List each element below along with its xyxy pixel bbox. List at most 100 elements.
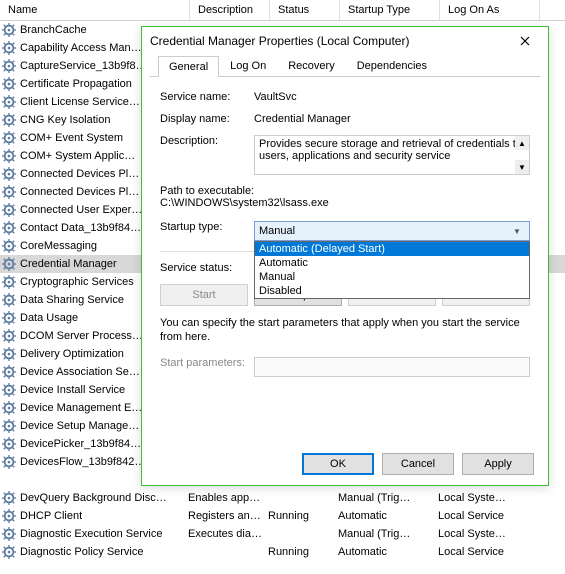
col-desc[interactable]: Description: [190, 0, 270, 20]
gear-icon: [2, 23, 16, 37]
description-label: Description:: [160, 135, 254, 147]
start-params-note: You can specify the start parameters tha…: [160, 316, 530, 345]
gear-icon: [2, 257, 16, 271]
list-header: Name Description Status Startup Type Log…: [0, 0, 565, 21]
service-name-label: Service name:: [160, 91, 254, 103]
start-params-input[interactable]: [254, 357, 530, 377]
gear-icon: [2, 545, 16, 559]
service-name: Cryptographic Services: [20, 276, 134, 288]
col-status[interactable]: Status: [270, 0, 340, 20]
gear-icon: [2, 311, 16, 325]
service-name: Certificate Propagation: [20, 78, 132, 90]
gear-icon: [2, 77, 16, 91]
gear-icon: [2, 113, 16, 127]
service-name: DevicesFlow_13b9f842…: [20, 456, 145, 468]
gear-icon: [2, 491, 16, 505]
gear-icon: [2, 401, 16, 415]
service-name: Delivery Optimization: [20, 348, 124, 360]
service-name: Device Install Service: [20, 384, 125, 396]
startup-type-label: Startup type:: [160, 221, 254, 233]
gear-icon: [2, 149, 16, 163]
service-name: Connected User Exper…: [20, 204, 142, 216]
service-name: Device Management E…: [20, 402, 142, 414]
gear-icon: [2, 221, 16, 235]
start-params-label: Start parameters:: [160, 357, 254, 369]
gear-icon: [2, 383, 16, 397]
service-name: CaptureService_13b9f8…: [20, 60, 147, 72]
option-automatic[interactable]: Automatic: [255, 256, 529, 270]
service-name-value: VaultSvc: [254, 91, 530, 103]
gear-icon: [2, 95, 16, 109]
gear-icon: [2, 167, 16, 181]
service-name: DHCP Client: [20, 510, 82, 522]
start-button: Start: [160, 284, 248, 306]
service-name: CoreMessaging: [20, 240, 97, 252]
option-manual[interactable]: Manual: [255, 270, 529, 284]
gear-icon: [2, 293, 16, 307]
gear-icon: [2, 203, 16, 217]
service-name: Data Sharing Service: [20, 294, 124, 306]
tabstrip: General Log On Recovery Dependencies: [150, 55, 540, 77]
startup-type-combo[interactable]: Manual ▼ Automatic (Delayed Start) Autom…: [254, 221, 530, 241]
table-row[interactable]: Diagnostic Execution ServiceExecutes dia…: [0, 525, 565, 543]
tab-general[interactable]: General: [158, 56, 219, 77]
table-row[interactable]: Diagnostic Policy ServiceRunningAutomati…: [0, 543, 565, 561]
gear-icon: [2, 131, 16, 145]
cancel-button[interactable]: Cancel: [382, 453, 454, 475]
description-box: Provides secure storage and retrieval of…: [254, 135, 530, 175]
gear-icon: [2, 275, 16, 289]
gear-icon: [2, 509, 16, 523]
ok-button[interactable]: OK: [302, 453, 374, 475]
description-text: Provides secure storage and retrieval of…: [259, 138, 522, 162]
gear-icon: [2, 329, 16, 343]
gear-icon: [2, 185, 16, 199]
service-name: DevicePicker_13b9f84…: [20, 438, 141, 450]
startup-dropdown: Automatic (Delayed Start) Automatic Manu…: [254, 241, 530, 299]
service-name: Credential Manager: [20, 258, 117, 270]
chevron-down-icon: ▼: [509, 227, 525, 236]
path-value: C:\WINDOWS\system32\lsass.exe: [160, 197, 530, 209]
service-name: Device Setup Manage…: [20, 420, 139, 432]
col-name[interactable]: Name: [0, 0, 190, 20]
gear-icon: [2, 365, 16, 379]
tab-recovery[interactable]: Recovery: [277, 55, 345, 76]
display-name-value: Credential Manager: [254, 113, 530, 125]
gear-icon: [2, 455, 16, 469]
path-label: Path to executable:: [160, 185, 530, 197]
option-disabled[interactable]: Disabled: [255, 284, 529, 298]
gear-icon: [2, 527, 16, 541]
properties-dialog: Credential Manager Properties (Local Com…: [141, 26, 549, 486]
service-name: CNG Key Isolation: [20, 114, 110, 126]
service-name: Capability Access Man…: [20, 42, 142, 54]
scroll-up-icon[interactable]: ▲: [515, 136, 529, 150]
gear-icon: [2, 41, 16, 55]
service-name: Diagnostic Policy Service: [20, 546, 144, 558]
startup-type-value: Manual: [259, 225, 509, 237]
service-name: Client License Service…: [20, 96, 140, 108]
service-name: BranchCache: [20, 24, 87, 36]
gear-icon: [2, 59, 16, 73]
tab-logon[interactable]: Log On: [219, 55, 277, 76]
close-button[interactable]: [510, 29, 540, 53]
service-name: Device Association Se…: [20, 366, 140, 378]
close-icon: [520, 36, 530, 46]
service-name: Contact Data_13b9f84…: [20, 222, 141, 234]
gear-icon: [2, 437, 16, 451]
scroll-down-icon[interactable]: ▼: [515, 160, 529, 174]
service-status-label: Service status:: [160, 262, 254, 274]
col-type[interactable]: Startup Type: [340, 0, 440, 20]
display-name-label: Display name:: [160, 113, 254, 125]
titlebar[interactable]: Credential Manager Properties (Local Com…: [142, 27, 548, 55]
service-name: Connected Devices Pl…: [20, 168, 139, 180]
tab-dependencies[interactable]: Dependencies: [346, 55, 438, 76]
service-name: Data Usage: [20, 312, 78, 324]
table-row[interactable]: DHCP ClientRegisters an…RunningAutomatic…: [0, 507, 565, 525]
gear-icon: [2, 239, 16, 253]
table-row[interactable]: DevQuery Background Disc…Enables app…Man…: [0, 489, 565, 507]
apply-button[interactable]: Apply: [462, 453, 534, 475]
service-name: Diagnostic Execution Service: [20, 528, 162, 540]
service-name: Connected Devices Pl…: [20, 186, 139, 198]
gear-icon: [2, 347, 16, 361]
option-auto-delayed[interactable]: Automatic (Delayed Start): [255, 242, 529, 256]
col-logon[interactable]: Log On As: [440, 0, 540, 20]
